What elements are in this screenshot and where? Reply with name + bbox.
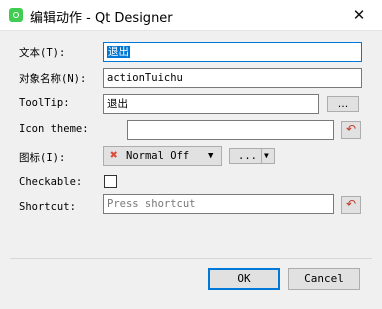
text-input[interactable]: 退出 xyxy=(103,42,362,62)
shortcut-input[interactable]: Press shortcut xyxy=(103,194,334,214)
tooltip-input[interactable]: 退出 xyxy=(103,94,319,114)
tooltip-more-button[interactable]: ... xyxy=(327,96,359,112)
x-icon: ✖ xyxy=(110,148,118,163)
object-name-label: 对象名称(N): xyxy=(19,73,87,85)
checkable-checkbox[interactable] xyxy=(104,175,117,188)
text-input-value: 退出 xyxy=(107,46,130,58)
icon-theme-label: Icon theme: xyxy=(19,123,89,135)
checkable-label: Checkable: xyxy=(19,176,83,188)
chevron-down-icon: ▼ xyxy=(208,151,214,161)
separator xyxy=(10,258,372,259)
text-label: 文本(T): xyxy=(19,47,66,59)
ok-button[interactable]: OK xyxy=(208,268,280,290)
icon-source-value: ... xyxy=(238,150,257,162)
chevron-down-icon: ▼ xyxy=(264,151,269,160)
qt-designer-icon xyxy=(9,8,23,22)
shortcut-placeholder: Press shortcut xyxy=(107,198,196,210)
cancel-button[interactable]: Cancel xyxy=(288,268,360,290)
shortcut-reset-icon[interactable]: ↶ xyxy=(341,196,361,214)
combo-divider xyxy=(261,149,262,163)
icon-label: 图标(I): xyxy=(19,152,66,164)
tooltip-label: ToolTip: xyxy=(19,97,70,109)
window-title: 编辑动作 - Qt Designer xyxy=(30,11,173,26)
icon-mode-value: Normal Off xyxy=(126,150,190,162)
close-button[interactable]: ✕ xyxy=(346,4,372,26)
icon-mode-select[interactable]: ✖ Normal Off ▼ xyxy=(103,146,222,166)
icon-theme-input[interactable] xyxy=(127,120,334,140)
icon-source-select[interactable]: ... ▼ xyxy=(229,148,275,164)
icon-theme-reset-icon[interactable]: ↶ xyxy=(341,121,361,139)
object-name-input[interactable]: actionTuichu xyxy=(103,68,362,88)
shortcut-label: Shortcut: xyxy=(19,201,76,213)
title-bar: 编辑动作 - Qt Designer ✕ xyxy=(0,0,382,31)
